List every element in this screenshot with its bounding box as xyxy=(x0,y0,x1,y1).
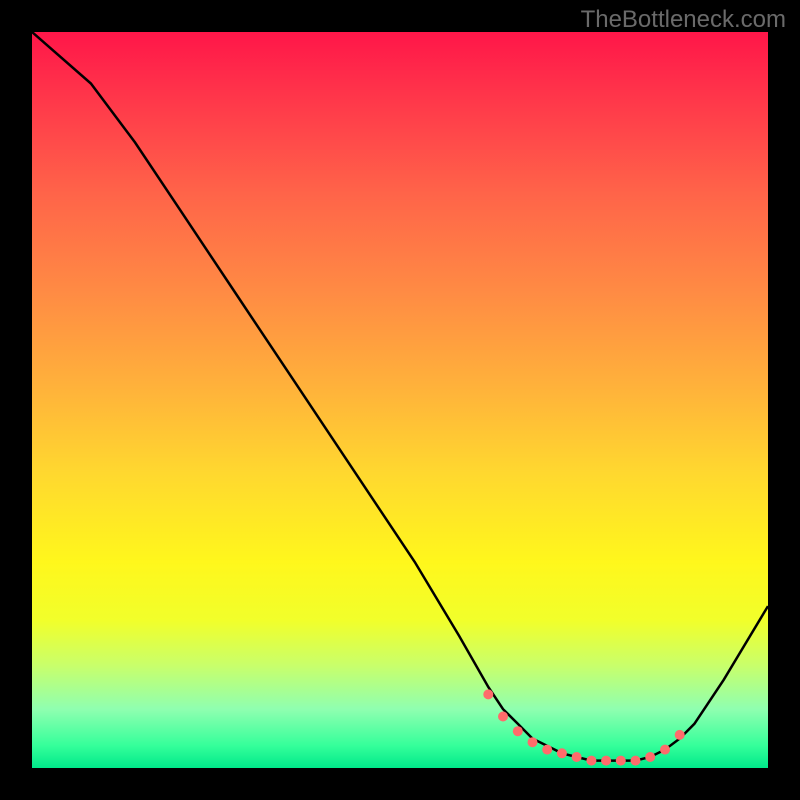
curve-line xyxy=(32,32,768,761)
watermark-text: TheBottleneck.com xyxy=(581,6,786,34)
chart-overlay xyxy=(32,32,768,768)
